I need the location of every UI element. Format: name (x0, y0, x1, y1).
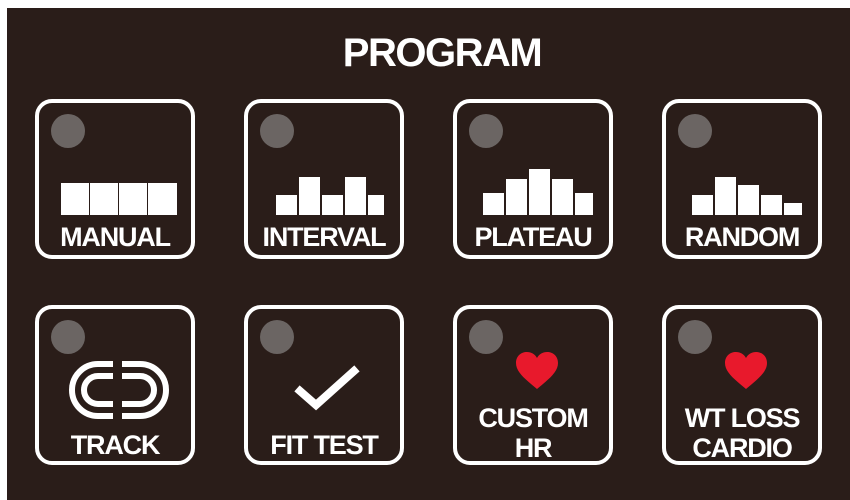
indicator-led (260, 320, 294, 354)
program-label: WT LOSS CARDIO (666, 403, 818, 463)
program-label: MANUAL (60, 222, 171, 252)
checkmark-icon (294, 365, 360, 411)
fit-test-program-button[interactable]: FIT TEST (244, 305, 404, 465)
indicator-led (469, 114, 503, 148)
program-label: FIT TEST (270, 430, 379, 460)
label-line-1: WT LOSS (684, 403, 801, 433)
wt-loss-cardio-program-button[interactable]: WT LOSS CARDIO (662, 305, 822, 465)
program-panel: PROGRAM MANUAL INTERVAL PLATEAU RANDOM T… (7, 8, 850, 500)
manual-profile-icon (61, 183, 177, 215)
custom-hr-program-button[interactable]: CUSTOM HR (453, 305, 613, 465)
indicator-led (51, 114, 85, 148)
program-label: RANDOM (684, 222, 800, 252)
panel-title: PROGRAM (342, 31, 543, 75)
plateau-program-button[interactable]: PLATEAU (453, 99, 613, 259)
program-label: INTERVAL (262, 222, 387, 252)
track-program-button[interactable]: TRACK (35, 305, 195, 465)
label-line-1: CUSTOM (478, 403, 589, 433)
random-profile-icon (692, 177, 802, 215)
label-line-2: HR (514, 433, 553, 463)
track-icon (69, 360, 169, 420)
indicator-led (260, 114, 294, 148)
heart-icon (725, 352, 767, 389)
label-line-2: CARDIO (692, 433, 793, 463)
interval-program-button[interactable]: INTERVAL (244, 99, 404, 259)
program-label: TRACK (70, 430, 161, 460)
manual-program-button[interactable]: MANUAL (35, 99, 195, 259)
random-program-button[interactable]: RANDOM (662, 99, 822, 259)
indicator-led (51, 320, 85, 354)
indicator-led (678, 320, 712, 354)
indicator-led (678, 114, 712, 148)
indicator-led (469, 320, 503, 354)
interval-profile-icon (276, 177, 384, 215)
heart-icon (516, 352, 558, 389)
program-label: CUSTOM HR (457, 403, 609, 463)
plateau-profile-icon (483, 169, 593, 215)
program-label: PLATEAU (474, 222, 592, 252)
